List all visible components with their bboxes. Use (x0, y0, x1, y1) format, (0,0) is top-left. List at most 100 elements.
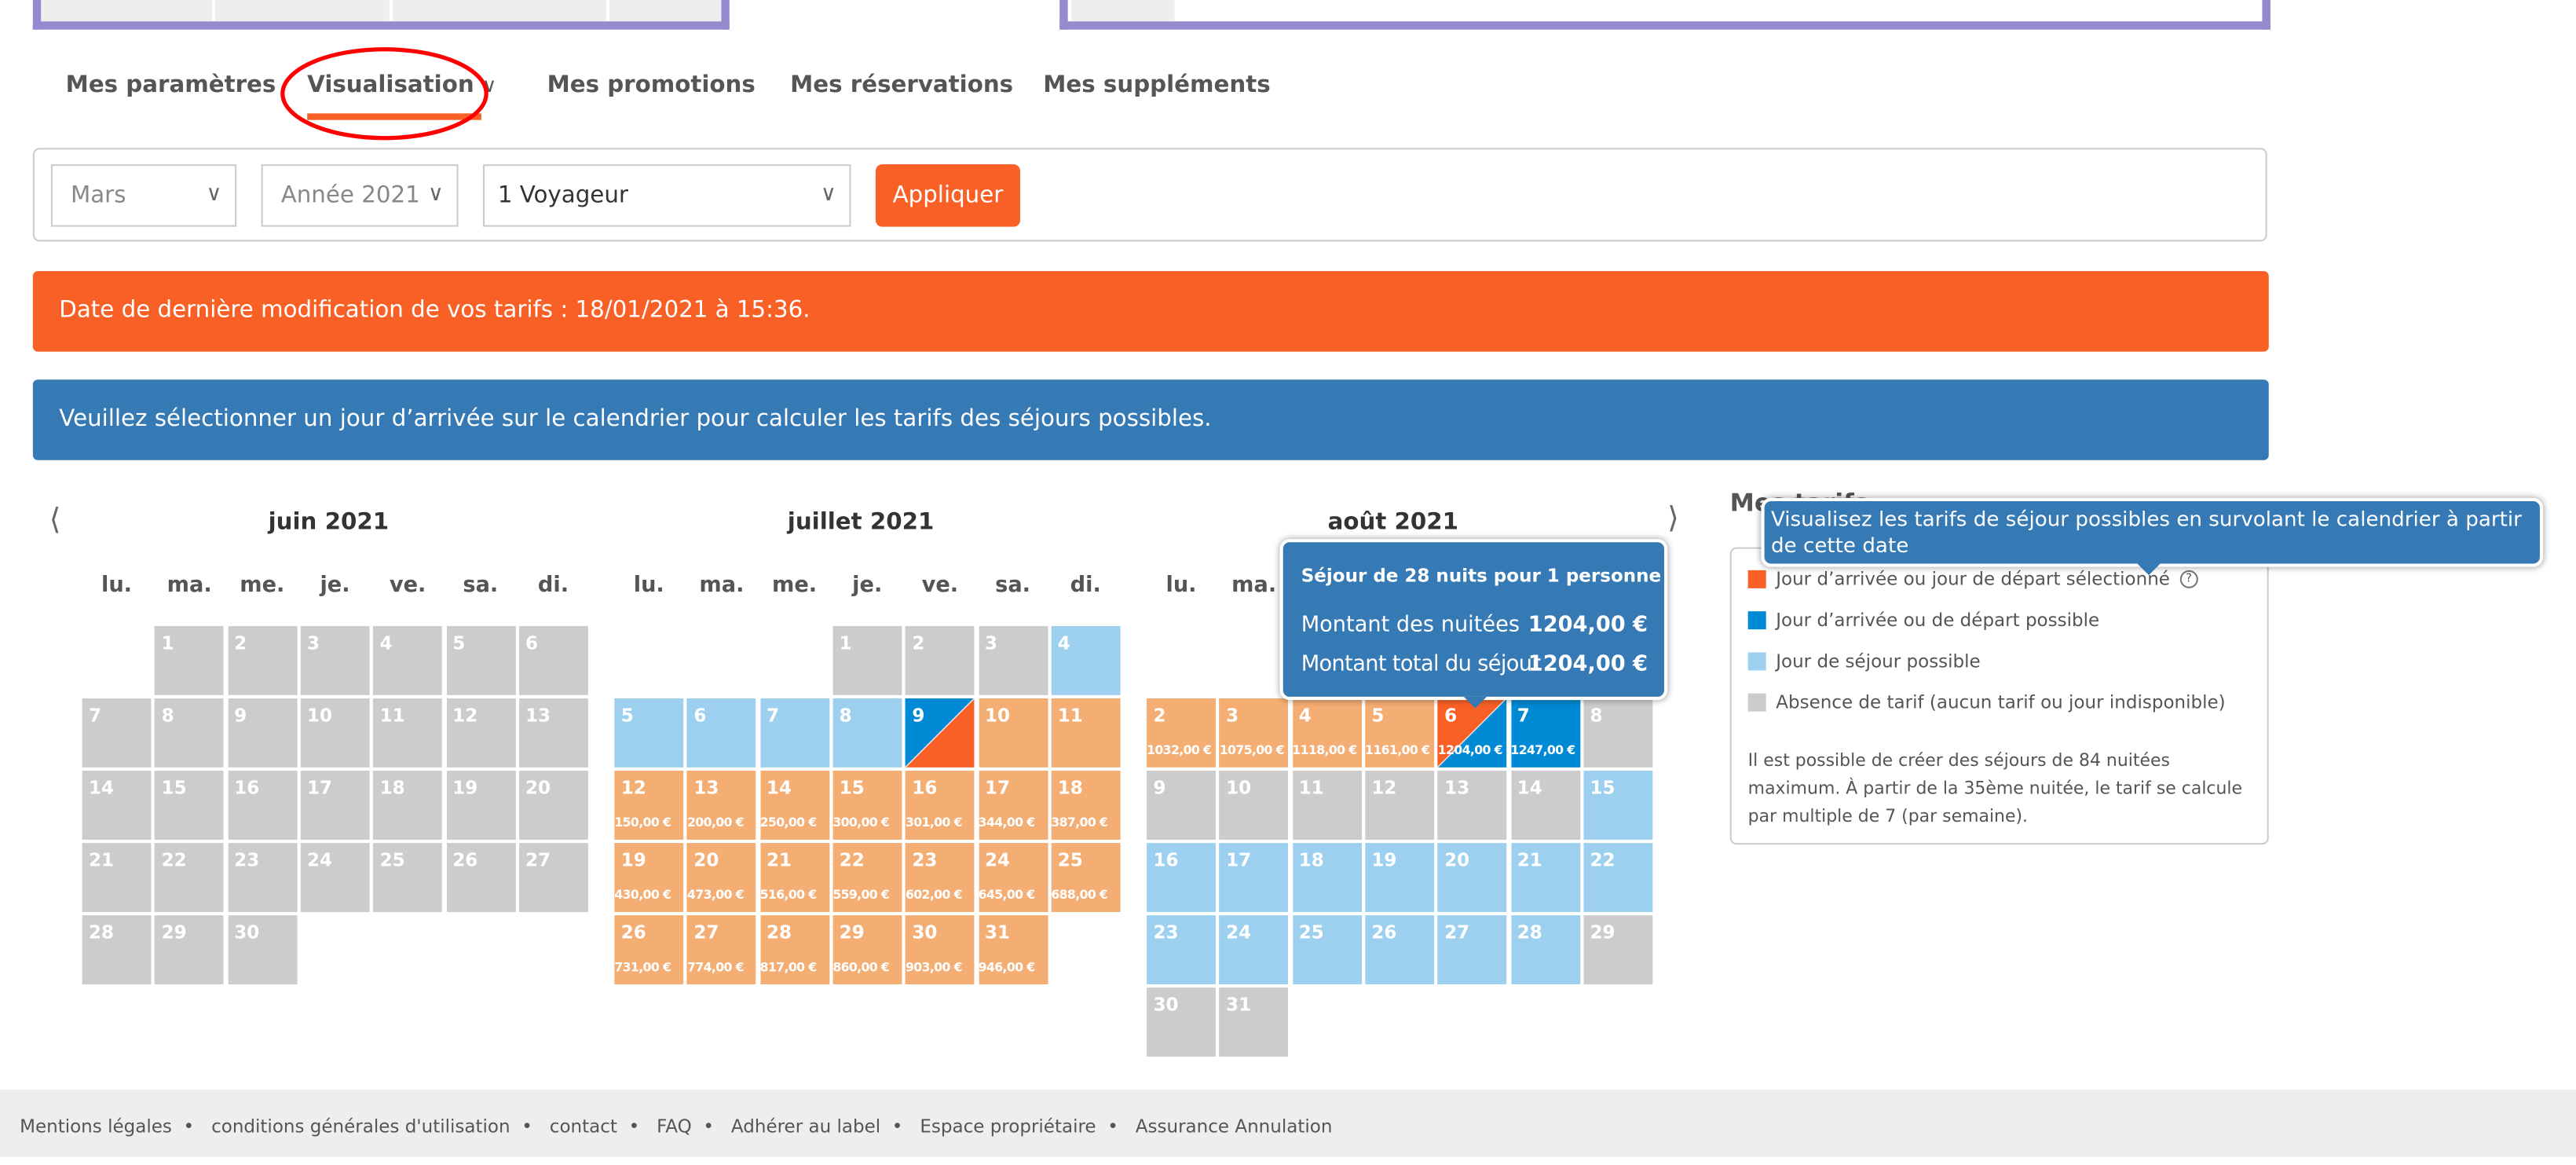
calendar-day-none[interactable]: 27 (518, 843, 588, 912)
calendar-day-stay[interactable]: 15 (1583, 771, 1652, 840)
calendar-day-none[interactable]: 4 (373, 625, 443, 695)
calendar-day-stay[interactable]: 28 (1510, 915, 1580, 984)
calendar-day-none[interactable]: 24 (300, 843, 370, 912)
calendar-day-none[interactable]: 14 (1510, 771, 1580, 840)
calendar-day-range[interactable]: 24 645,00 € (978, 843, 1048, 912)
prev-month-arrow-icon[interactable]: ⟨ (49, 503, 61, 537)
calendar-day-range[interactable]: 12 150,00 € (614, 771, 684, 840)
tab-mes-promotions[interactable]: Mes promotions (547, 72, 756, 98)
top-tab[interactable] (392, 0, 606, 22)
calendar-day-stay[interactable]: 23 (1147, 915, 1216, 984)
help-icon[interactable]: ? (2179, 570, 2198, 588)
calendar-day-none[interactable]: 29 (1583, 915, 1652, 984)
calendar-day-none[interactable]: 16 (227, 771, 297, 840)
calendar-day-none[interactable]: 8 (155, 698, 225, 768)
calendar-day-none[interactable]: 22 (155, 843, 225, 912)
calendar-day-none[interactable]: 17 (300, 771, 370, 840)
calendar-day-range[interactable]: 14 250,00 € (759, 771, 829, 840)
calendar-day-range[interactable]: 31 946,00 € (978, 915, 1048, 984)
calendar-day-none[interactable]: 12 (445, 698, 515, 768)
calendar-day-none[interactable]: 1 (832, 625, 902, 695)
calendar-day-range[interactable]: 27 774,00 € (686, 915, 756, 984)
tab-mes-supplements[interactable]: Mes suppléments (1043, 72, 1270, 98)
calendar-day-range[interactable]: 10 (978, 698, 1048, 768)
calendar-day-stay[interactable]: 7 (759, 698, 829, 768)
footer-link-faq[interactable]: FAQ (657, 1116, 692, 1137)
calendar-day-range[interactable]: 26 731,00 € (614, 915, 684, 984)
tab-mes-reservations[interactable]: Mes réservations (790, 72, 1013, 98)
calendar-day-range[interactable]: 21 516,00 € (759, 843, 829, 912)
calendar-day-range[interactable]: 17 344,00 € (978, 771, 1048, 840)
calendar-day-none[interactable]: 14 (82, 771, 152, 840)
footer-link-mentions[interactable]: Mentions légales (20, 1116, 172, 1137)
calendar-day-stay[interactable]: 16 (1147, 843, 1216, 912)
calendar-day-none[interactable]: 12 (1365, 771, 1434, 840)
calendar-day-range[interactable]: 25 688,00 € (1051, 843, 1121, 912)
calendar-day-none[interactable]: 2 (905, 625, 975, 695)
calendar-day-range[interactable]: 18 387,00 € (1051, 771, 1121, 840)
calendar-day-stay[interactable]: 5 (614, 698, 684, 768)
calendar-day-none[interactable]: 25 (373, 843, 443, 912)
calendar-day-none[interactable]: 3 (978, 625, 1048, 695)
calendar-day-none[interactable]: 2 (227, 625, 297, 695)
calendar-day-range[interactable]: 16 301,00 € (905, 771, 975, 840)
calendar-day-possible[interactable]: 7 1247,00 € (1510, 698, 1580, 768)
calendar-day-none[interactable]: 8 (1583, 698, 1652, 768)
calendar-day-stay[interactable]: 6 (686, 698, 756, 768)
calendar-day-none[interactable]: 28 (82, 915, 152, 984)
calendar-day-range[interactable]: 15 300,00 € (832, 771, 902, 840)
travelers-select[interactable]: 1 Voyageur ∨ (482, 164, 851, 227)
calendar-day-none[interactable]: 10 (1219, 771, 1289, 840)
calendar-day-stay[interactable]: 17 (1219, 843, 1289, 912)
month-select[interactable]: Mars ∨ (50, 164, 237, 227)
apply-button[interactable]: Appliquer (875, 164, 1021, 227)
calendar-day-range[interactable]: 13 200,00 € (686, 771, 756, 840)
calendar-day-none[interactable]: 7 (82, 698, 152, 768)
calendar-day-stay[interactable]: 21 (1510, 843, 1580, 912)
calendar-day-range[interactable]: 19 430,00 € (614, 843, 684, 912)
calendar-day-possible-selected[interactable]: 9 (905, 698, 975, 768)
calendar-day-none[interactable]: 11 (1292, 771, 1362, 840)
footer-link-cgu[interactable]: conditions générales d'utilisation (211, 1116, 510, 1137)
calendar-day-none[interactable]: 9 (227, 698, 297, 768)
calendar-day-selected-possible[interactable]: 6 1204,00 € (1437, 698, 1507, 768)
calendar-day-range[interactable]: 3 1075,00 € (1219, 698, 1289, 768)
calendar-day-none[interactable]: 13 (518, 698, 588, 768)
year-select[interactable]: Année 2021 ∨ (261, 164, 459, 227)
calendar-day-none[interactable]: 13 (1437, 771, 1507, 840)
footer-link-contact[interactable]: contact (550, 1116, 617, 1137)
calendar-day-none[interactable]: 31 (1219, 987, 1289, 1057)
calendar-day-none[interactable]: 11 (373, 698, 443, 768)
calendar-day-none[interactable]: 9 (1147, 771, 1216, 840)
calendar-day-none[interactable]: 6 (518, 625, 588, 695)
calendar-day-none[interactable]: 5 (445, 625, 515, 695)
calendar-day-stay[interactable]: 25 (1292, 915, 1362, 984)
calendar-day-stay[interactable]: 22 (1583, 843, 1652, 912)
calendar-day-range[interactable]: 2 1032,00 € (1147, 698, 1216, 768)
calendar-day-stay[interactable]: 19 (1365, 843, 1434, 912)
top-tab[interactable] (609, 0, 722, 22)
calendar-day-none[interactable]: 30 (227, 915, 297, 984)
calendar-day-range[interactable]: 20 473,00 € (686, 843, 756, 912)
calendar-day-range[interactable]: 23 602,00 € (905, 843, 975, 912)
calendar-day-range[interactable]: 28 817,00 € (759, 915, 829, 984)
calendar-day-stay[interactable]: 24 (1219, 915, 1289, 984)
calendar-day-none[interactable]: 26 (445, 843, 515, 912)
calendar-day-range[interactable]: 11 (1051, 698, 1121, 768)
calendar-day-range[interactable]: 5 1161,00 € (1365, 698, 1434, 768)
top-tab[interactable] (215, 0, 390, 22)
next-month-arrow-icon[interactable]: ⟩ (1667, 501, 1679, 536)
calendar-day-none[interactable]: 20 (518, 771, 588, 840)
calendar-day-none[interactable]: 29 (155, 915, 225, 984)
calendar-day-stay[interactable]: 4 (1051, 625, 1121, 695)
calendar-day-stay[interactable]: 20 (1437, 843, 1507, 912)
calendar-day-none[interactable]: 3 (300, 625, 370, 695)
calendar-day-range[interactable]: 4 1118,00 € (1292, 698, 1362, 768)
calendar-day-range[interactable]: 30 903,00 € (905, 915, 975, 984)
calendar-day-range[interactable]: 22 559,00 € (832, 843, 902, 912)
footer-link-adherer[interactable]: Adhérer au label (731, 1116, 880, 1137)
calendar-day-none[interactable]: 30 (1147, 987, 1216, 1057)
calendar-day-none[interactable]: 21 (82, 843, 152, 912)
calendar-day-none[interactable]: 1 (155, 625, 225, 695)
calendar-day-none[interactable]: 10 (300, 698, 370, 768)
